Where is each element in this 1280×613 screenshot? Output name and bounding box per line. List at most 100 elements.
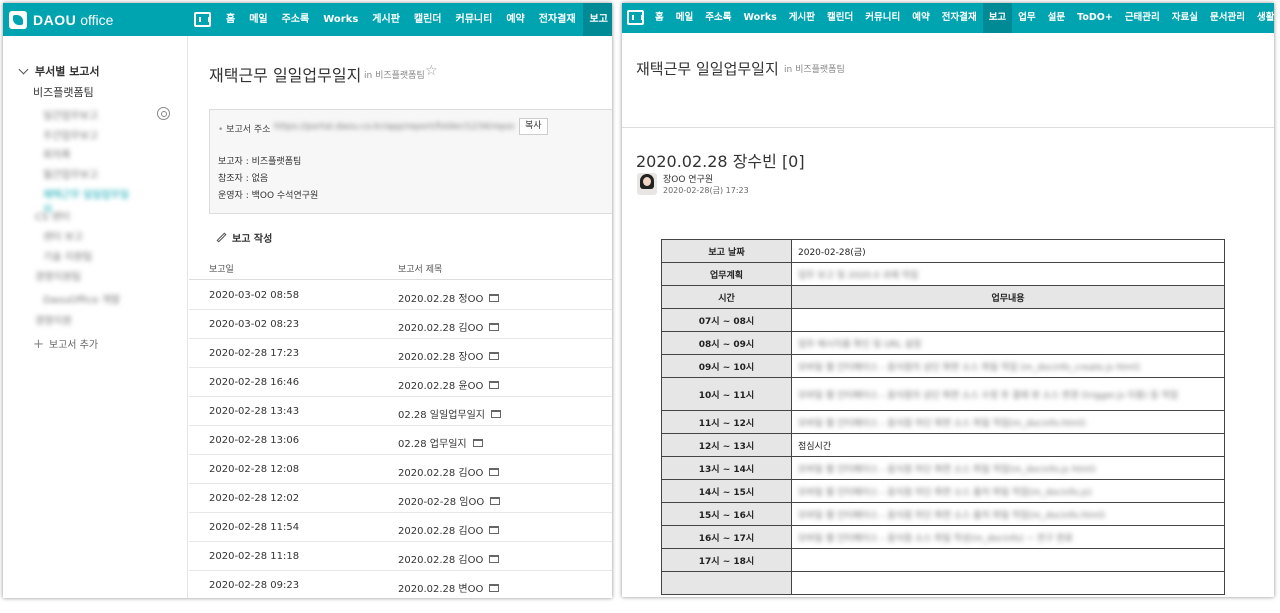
nav-item[interactable]: 보고 bbox=[582, 3, 612, 36]
copy-url-button[interactable]: 복사 bbox=[519, 118, 548, 135]
table-row[interactable]: 2020-02-28 12:08 2020.02.28 김OO bbox=[189, 455, 612, 484]
nav-item[interactable]: 생활 bbox=[1251, 3, 1274, 33]
report-title[interactable]: 02.28 업무일지 bbox=[398, 435, 467, 450]
nav-item[interactable]: 자료실 bbox=[1166, 3, 1204, 33]
table-row[interactable]: 2020-02-28 13:06 02.28 업무일지 bbox=[189, 426, 612, 455]
table-row[interactable]: 2020-03-02 08:58 2020.02.28 정OO bbox=[189, 281, 612, 310]
sidebar-report-item[interactable]: 센터 보고 bbox=[43, 228, 133, 243]
table-row: 12시 ~ 13시 점심시간 bbox=[661, 433, 1225, 457]
report-title[interactable]: 2020-02-28 임OO bbox=[398, 493, 484, 508]
sidebar-report-item[interactable]: 월간업무보고 bbox=[43, 166, 133, 181]
sidebar-report-item[interactable]: 일간업무보고 bbox=[43, 107, 133, 122]
work-content-cell: 모바일 웹 인터페이스 - 음식점 하단 화면 소스 출처 파일 작업(m_do… bbox=[791, 502, 1225, 526]
report-title-link[interactable]: 02.28 일일업무일지 bbox=[398, 406, 502, 421]
reference-line: 참조자 : 없음 bbox=[218, 174, 269, 184]
table-row[interactable]: 2020-02-28 11:18 2020.02.28 김OO bbox=[189, 542, 612, 571]
time-slot: 15시 ~ 16시 bbox=[661, 502, 792, 526]
table-row[interactable]: 2020-02-28 16:46 2020.02.28 윤OO bbox=[189, 368, 612, 397]
nav-item[interactable]: 전자결재 bbox=[532, 3, 583, 36]
report-date: 2020-02-28 09:23 bbox=[209, 580, 300, 591]
nav-item[interactable]: 커뮤니티 bbox=[859, 3, 906, 33]
sidebar-report-item[interactable]: 기술 지원팀 bbox=[43, 248, 133, 263]
sidebar-report-item[interactable]: CS 센터 bbox=[35, 208, 125, 223]
nav-item[interactable]: 전자결재 bbox=[936, 3, 983, 33]
logo-brand-suffix: office bbox=[80, 12, 114, 28]
sidebar: 부서별 보고서 비즈플랫폼팀 일간업무보고주간업무보고회의록월간업무보고재택근무… bbox=[3, 36, 188, 598]
report-title-link[interactable]: 2020-02-28 임OO bbox=[398, 493, 501, 508]
star-icon[interactable]: ☆ bbox=[425, 63, 438, 79]
report-title-link[interactable]: 2020.02.28 김OO bbox=[398, 319, 500, 334]
report-title[interactable]: 2020.02.28 장OO bbox=[398, 348, 483, 363]
report-title[interactable]: 2020.02.28 정OO bbox=[398, 290, 483, 305]
report-date: 2020-02-28 13:43 bbox=[209, 406, 300, 417]
daou-office-logo[interactable]: DAOU office bbox=[9, 8, 113, 32]
nav-item[interactable]: Works bbox=[737, 3, 782, 33]
daou-logo-icon bbox=[9, 11, 27, 29]
nav-item[interactable]: Works bbox=[316, 3, 365, 36]
sidebar-report-item[interactable]: 회의록 bbox=[43, 146, 133, 161]
work-content-cell: 모바일 웹 인터페이스 - 음식점의 상단 화면 소스 파일 작업 (m_doc… bbox=[791, 354, 1225, 378]
report-title[interactable]: 2020.02.28 변OO bbox=[398, 580, 483, 595]
report-title[interactable]: 2020.02.28 김OO bbox=[398, 319, 483, 334]
nav-item[interactable]: ToDO+ bbox=[1071, 3, 1119, 33]
nav-item[interactable]: 근태관리 bbox=[1119, 3, 1166, 33]
report-title-link[interactable]: 2020.02.28 김OO bbox=[398, 464, 500, 479]
all-menu-icon[interactable] bbox=[627, 10, 644, 25]
nav-item[interactable]: 주소록 bbox=[699, 3, 737, 33]
report-title[interactable]: 2020.02.28 김OO bbox=[398, 551, 483, 566]
report-title-link[interactable]: 02.28 업무일지 bbox=[398, 435, 483, 450]
nav-item[interactable]: 보고 bbox=[982, 3, 1013, 33]
avatar[interactable] bbox=[637, 173, 657, 195]
sidebar-report-item[interactable]: 경영지원팀 bbox=[35, 268, 125, 283]
sidebar-section-department-reports[interactable]: 부서별 보고서 bbox=[18, 63, 100, 79]
table-row[interactable]: 2020-02-28 12:02 2020-02-28 임OO bbox=[189, 484, 612, 513]
table-row: 14시 ~ 15시 모바일 웹 인터페이스 - 음식점 하단 화면 소스 출처 파… bbox=[661, 479, 1225, 503]
report-title[interactable]: 2020.02.28 김OO bbox=[398, 464, 483, 479]
report-title-link[interactable]: 2020.02.28 윤OO bbox=[398, 377, 500, 392]
table-row[interactable]: 2020-02-28 09:23 2020.02.28 변OO bbox=[189, 571, 612, 598]
report-title-link[interactable]: 2020.02.28 장OO bbox=[398, 348, 500, 363]
nav-item[interactable]: 주소록 bbox=[275, 3, 317, 36]
nav-item[interactable]: 문서관리 bbox=[1204, 3, 1251, 33]
add-report-button[interactable]: + 보고서 추가 bbox=[33, 336, 98, 352]
nav-item[interactable]: 커뮤니티 bbox=[449, 3, 500, 36]
sidebar-report-item[interactable]: 재택근무 일일업무일지 bbox=[43, 186, 133, 216]
all-menu-icon[interactable] bbox=[194, 12, 211, 27]
sidebar-report-item[interactable]: DaouOffice 개발 bbox=[43, 291, 133, 306]
nav-item[interactable]: 업무 bbox=[1012, 3, 1041, 33]
page-title: 재택근무 일일업무일지 bbox=[636, 60, 779, 78]
write-report-button[interactable]: 보고 작성 bbox=[216, 230, 272, 245]
table-row[interactable]: 2020-02-28 17:23 2020.02.28 장OO bbox=[189, 339, 612, 368]
nav-item[interactable]: 메일 bbox=[242, 3, 274, 36]
nav-item[interactable]: 홈 bbox=[219, 3, 242, 36]
nav-item[interactable]: 메일 bbox=[670, 3, 699, 33]
nav-item[interactable]: 설문 bbox=[1042, 3, 1071, 33]
nav-item[interactable]: 캘린더 bbox=[821, 3, 859, 33]
right-screenshot: 홈 메일 주소록 Works 게시판 캘린더 커뮤니티 예약 전자결재 보고 업무 설문 ToDO+ 근태… bbox=[622, 3, 1274, 597]
table-row[interactable]: 2020-02-28 13:43 02.28 일일업무일지 bbox=[189, 397, 612, 426]
report-title-link[interactable]: 2020.02.28 김OO bbox=[398, 551, 500, 566]
nav-item[interactable]: 홈 bbox=[649, 3, 670, 33]
author-name[interactable]: 장OO 연구원 bbox=[663, 172, 713, 185]
table-row[interactable]: 2020-02-28 11:54 2020.02.28 김OO bbox=[189, 513, 612, 542]
nav-item[interactable]: 캘린더 bbox=[407, 3, 449, 36]
sidebar-report-item[interactable]: 주간업무보고 bbox=[43, 127, 133, 142]
nav-item[interactable]: 예약 bbox=[906, 3, 935, 33]
report-title[interactable]: 2020.02.28 김OO bbox=[398, 522, 483, 537]
sidebar-team-name[interactable]: 비즈플랫폼팀 bbox=[33, 84, 94, 100]
table-row[interactable]: 2020-03-02 08:23 2020.02.28 김OO bbox=[189, 310, 612, 339]
nav-item[interactable]: 예약 bbox=[499, 3, 531, 36]
work-content: 업무 메시지를 확인 및 URL 설정 bbox=[798, 339, 922, 350]
report-title-link[interactable]: 2020.02.28 정OO bbox=[398, 290, 500, 305]
sidebar-report-item[interactable]: 경영지원 bbox=[35, 312, 125, 327]
column-header-title[interactable]: 보고서 제목 bbox=[398, 262, 442, 275]
report-title-link[interactable]: 2020.02.28 변OO bbox=[398, 580, 500, 595]
report-title[interactable]: 2020.02.28 윤OO bbox=[398, 377, 483, 392]
report-date: 2020-02-28 12:02 bbox=[209, 493, 300, 504]
nav-item[interactable]: 게시판 bbox=[365, 3, 407, 36]
nav-item[interactable]: 게시판 bbox=[783, 3, 821, 33]
report-title-link[interactable]: 2020.02.28 김OO bbox=[398, 522, 500, 537]
report-title[interactable]: 02.28 일일업무일지 bbox=[398, 406, 485, 421]
gear-icon[interactable] bbox=[157, 107, 170, 120]
column-header-date[interactable]: 보고일 bbox=[209, 262, 234, 275]
